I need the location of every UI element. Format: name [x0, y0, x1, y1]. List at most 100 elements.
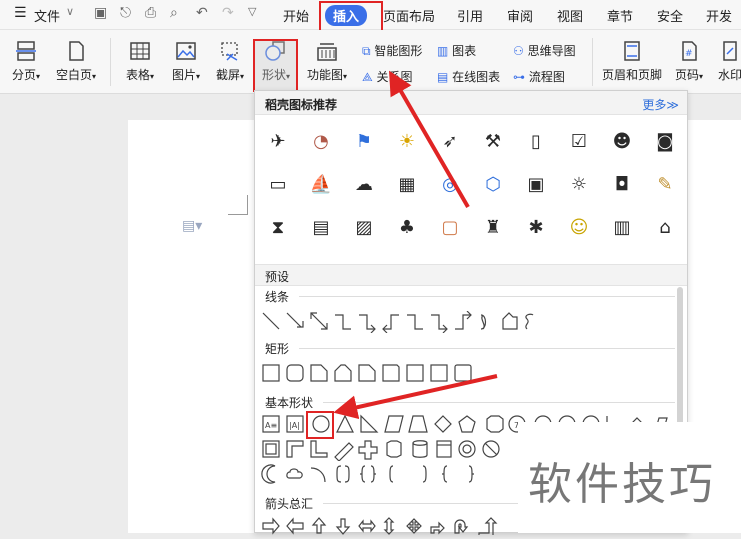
header-footer-label: 页眉和页脚: [601, 68, 662, 82]
online-chart-icon: ▤: [437, 70, 449, 84]
tree-icon[interactable]: ♣: [392, 213, 422, 243]
smart-graphic-button[interactable]: ⧉ 智能图形: [362, 42, 422, 59]
screenshot-button[interactable]: 截屏▾: [210, 40, 250, 83]
calendar-icon[interactable]: ▥: [607, 213, 637, 243]
anvil-icon[interactable]: ⚒: [478, 127, 508, 157]
arrow-shapes-row: [261, 517, 531, 539]
shopping-bag-icon[interactable]: ◘: [607, 170, 637, 200]
search-doc-icon[interactable]: ▢: [435, 213, 465, 243]
blank-page-button[interactable]: 空白页▾: [54, 40, 98, 83]
online-chart-button[interactable]: ▤ 在线图表: [437, 68, 500, 85]
file-menu[interactable]: 文件: [34, 6, 60, 25]
picture-icon: [176, 42, 196, 60]
table-icon: [130, 42, 150, 60]
house-icon[interactable]: ⌂: [650, 213, 680, 243]
mind-map-icon: ⚇: [513, 44, 524, 58]
crab-icon[interactable]: ✱: [521, 213, 551, 243]
svg-text:|A|: |A|: [289, 421, 300, 430]
tab-security[interactable]: 安全: [657, 6, 683, 25]
relation-chart-label: 关系图: [376, 70, 413, 84]
camera-icon[interactable]: ◙: [650, 127, 680, 157]
basic-shapes-row-2: [261, 439, 531, 462]
ribbon-toolbar: 分页▾ 空白页▾ 表格▾ 图片▾ 截屏▾ 形状▾ 功能图▾ ⧉ 智能图形 ⟁ 关…: [0, 30, 741, 94]
contact-card-icon[interactable]: ▣: [521, 170, 551, 200]
notebook-icon[interactable]: ▯: [521, 127, 551, 157]
watermark-icon: [723, 41, 737, 61]
basic-shapes-row-3: [261, 464, 491, 486]
page-break-label: 分页: [11, 68, 36, 82]
paragraph-layout-icon[interactable]: ▤▾: [182, 218, 202, 234]
function-chart-button[interactable]: 功能图▾: [302, 40, 352, 83]
icon-recommend-header: 稻壳图标推荐 更多≫: [255, 91, 687, 115]
boat-icon[interactable]: ⛵: [306, 170, 336, 200]
trash-bin-icon[interactable]: ♜: [478, 213, 508, 243]
watermark-overlay: 软件技巧: [518, 422, 741, 533]
shape-button-highlight: [253, 39, 298, 92]
chart-label: 图表: [452, 44, 477, 58]
pie-chart-icon[interactable]: ◔: [306, 127, 336, 157]
page-break-button[interactable]: 分页▾: [8, 40, 44, 83]
tab-review[interactable]: 审阅: [507, 6, 533, 25]
lightbulb-icon[interactable]: ☀: [392, 127, 422, 157]
hexagon-icon[interactable]: ⬡: [478, 170, 508, 200]
tab-view[interactable]: 视图: [557, 6, 583, 25]
redo-icon[interactable]: ↷: [222, 5, 234, 21]
table-button[interactable]: 表格▾: [120, 40, 160, 83]
save-icon[interactable]: ▣: [94, 5, 107, 21]
checklist-icon[interactable]: ☑: [564, 127, 594, 157]
rocket-icon[interactable]: ➶: [435, 127, 465, 157]
flag-icon[interactable]: ⚑: [349, 127, 379, 157]
presentation-icon[interactable]: ▨: [349, 213, 379, 243]
svg-text:A≡: A≡: [265, 421, 277, 430]
rectangle-shapes-row: [261, 363, 491, 385]
tab-page-layout[interactable]: 页面布局: [383, 6, 435, 25]
chart-button[interactable]: ▥ 图表: [437, 42, 476, 59]
panel-scrollbar[interactable]: [677, 287, 683, 427]
function-chart-label: 功能图: [306, 68, 343, 82]
sun-icon[interactable]: ☼: [564, 170, 594, 200]
more-link[interactable]: 更多≫: [642, 96, 679, 113]
picture-label: 图片: [171, 68, 196, 82]
tab-home[interactable]: 开始: [283, 6, 309, 25]
header-footer-icon: [624, 41, 640, 61]
picture-button[interactable]: 图片▾: [166, 40, 206, 83]
tab-section[interactable]: 章节: [607, 6, 633, 25]
format-painter-icon[interactable]: ⎋: [120, 5, 131, 21]
header-footer-button[interactable]: 页眉和页脚: [600, 40, 664, 83]
airplane-icon[interactable]: ✈: [263, 127, 293, 157]
flowchart-button[interactable]: ⊶ 流程图: [513, 68, 565, 85]
building-icon[interactable]: ▦: [392, 170, 422, 200]
blank-page-label: 空白页: [55, 68, 92, 82]
screenshot-icon: [221, 42, 238, 61]
flowchart-label: 流程图: [528, 70, 565, 84]
smart-graphic-icon: ⧉: [362, 44, 371, 58]
cloud-sun-icon[interactable]: ☁: [349, 170, 379, 200]
line-shape[interactable]: [262, 312, 280, 330]
edit-note-icon[interactable]: ✎: [650, 170, 680, 200]
function-chart-icon: [317, 43, 337, 61]
customize-chevron-icon[interactable]: ▽: [248, 5, 256, 18]
blank-page-icon: [69, 41, 84, 61]
chevron-down-icon[interactable]: ∨: [66, 5, 74, 18]
mind-map-button[interactable]: ⚇ 思维导图: [513, 42, 576, 59]
worker-icon[interactable]: ☺: [564, 213, 594, 243]
undo-icon[interactable]: ↶: [196, 5, 208, 21]
sale-sign-icon[interactable]: ▤: [306, 213, 336, 243]
section-arrows: 箭头总汇: [265, 497, 314, 511]
section-lines: 线条: [265, 290, 290, 304]
tab-references[interactable]: 引用: [457, 6, 483, 25]
hamburger-icon[interactable]: ☰: [14, 5, 27, 21]
watermark-button[interactable]: 水印: [715, 40, 741, 83]
users-icon[interactable]: ☻: [607, 127, 637, 157]
screenshot-label: 截屏: [215, 68, 240, 82]
hourglass-icon[interactable]: ⧗: [263, 213, 293, 243]
wallet-icon[interactable]: ▭: [263, 170, 293, 200]
print-preview-icon[interactable]: ⌕: [170, 5, 178, 21]
watermark-text: 软件技巧: [528, 459, 716, 510]
margin-corner-marker: [228, 195, 248, 215]
relation-chart-button[interactable]: ⟁ 关系图: [362, 68, 413, 85]
lines-shapes-row: [261, 310, 541, 334]
print-icon[interactable]: ⎙: [145, 5, 156, 21]
page-number-button[interactable]: # 页码▾: [672, 40, 706, 83]
target-icon[interactable]: ◎: [435, 170, 465, 200]
